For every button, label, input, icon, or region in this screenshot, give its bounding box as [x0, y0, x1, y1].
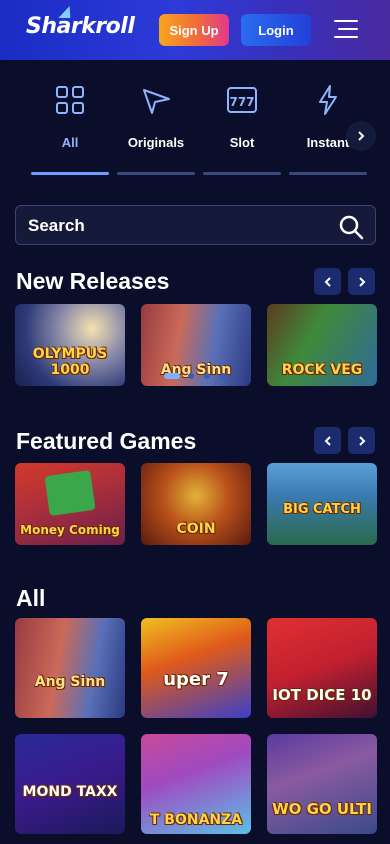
tab-label: All: [61, 135, 79, 150]
game-tile-super-7[interactable]: uper 7: [141, 618, 251, 718]
game-title: BIG CATCH: [283, 502, 361, 517]
carousel-dot-active[interactable]: [164, 373, 180, 379]
game-tile-rock-vegas[interactable]: ROCK VEG: [267, 304, 377, 386]
featured-prev-button[interactable]: [314, 427, 341, 454]
game-title: T BONANZA: [149, 812, 243, 828]
game-tile-money-coming[interactable]: Money Coming: [15, 463, 125, 545]
featured-next-button[interactable]: [348, 427, 375, 454]
tab-slot[interactable]: 777 Slot: [199, 82, 285, 182]
top-header: Sharkroll Sign Up Login: [0, 0, 390, 60]
game-tile-angel-vs-sinner[interactable]: Ang Sinn: [15, 618, 125, 718]
tab-all[interactable]: All: [27, 82, 113, 182]
game-title: uper 7: [163, 669, 229, 690]
carousel-dot[interactable]: [220, 373, 226, 379]
game-tile-wolf-gold[interactable]: WO GO ULTI: [267, 734, 377, 834]
tabs-next-button[interactable]: [346, 121, 376, 151]
new-releases-prev-button[interactable]: [314, 268, 341, 295]
carousel-dots: [164, 372, 228, 380]
tab-indicator: [203, 172, 281, 175]
chevron-right-icon: [358, 276, 365, 287]
new-releases-next-button[interactable]: [348, 268, 375, 295]
logo-text: Sharkroll: [26, 14, 135, 39]
slot-777-icon: 777: [227, 87, 257, 113]
tab-label: Originals: [127, 135, 185, 150]
game-title: ROCK VEG: [281, 362, 363, 378]
section-title-new-releases: New Releases: [16, 268, 170, 294]
tab-indicator: [117, 172, 195, 175]
login-button[interactable]: Login: [241, 14, 311, 46]
tab-indicator: [289, 172, 367, 175]
hamburger-menu-icon[interactable]: [334, 17, 360, 41]
lightning-icon: [319, 85, 337, 115]
section-title-all: All: [16, 585, 46, 611]
search-input[interactable]: [28, 214, 318, 238]
game-tile-hot-dice-10[interactable]: IOT DICE 10: [267, 618, 377, 718]
chevron-right-icon: [358, 131, 365, 141]
game-tile-gates-of-olympus[interactable]: OLYMPUS 1000: [15, 304, 125, 386]
game-title: Ang Sinn: [34, 674, 106, 690]
carousel-dot[interactable]: [204, 373, 210, 379]
game-tile-big-catch[interactable]: BIG CATCH: [267, 463, 377, 545]
category-tabs: All Originals 777 Slot Instant: [0, 60, 390, 180]
game-title: Money Coming: [20, 523, 120, 537]
game-title: MOND TAXX: [22, 784, 118, 800]
chevron-right-icon: [358, 435, 365, 446]
grid-icon: [56, 86, 84, 114]
paper-plane-icon: [143, 89, 170, 114]
search-bar: [15, 205, 376, 245]
signup-button[interactable]: Sign Up: [159, 14, 229, 46]
game-title: IOT DICE 10: [272, 686, 372, 704]
tab-indicator-all: [31, 172, 109, 175]
game-title: WO GO ULTI: [272, 800, 372, 818]
game-title: COIN: [176, 521, 216, 537]
svg-text:777: 777: [229, 95, 254, 109]
game-tile-diamond-staxx[interactable]: MOND TAXX: [15, 734, 125, 834]
money-graphic: [44, 469, 96, 517]
tab-label: Slot: [229, 135, 255, 150]
game-tile-fruit-bonanza[interactable]: T BONANZA: [141, 734, 251, 834]
tab-originals[interactable]: Originals: [113, 82, 199, 182]
search-icon[interactable]: [338, 214, 364, 240]
game-tile-coin-strike[interactable]: COIN: [141, 463, 251, 545]
carousel-dot[interactable]: [188, 373, 194, 379]
chevron-left-icon: [324, 435, 331, 446]
chevron-left-icon: [324, 276, 331, 287]
game-title: OLYMPUS 1000: [32, 346, 108, 378]
section-title-featured-games: Featured Games: [16, 428, 197, 454]
